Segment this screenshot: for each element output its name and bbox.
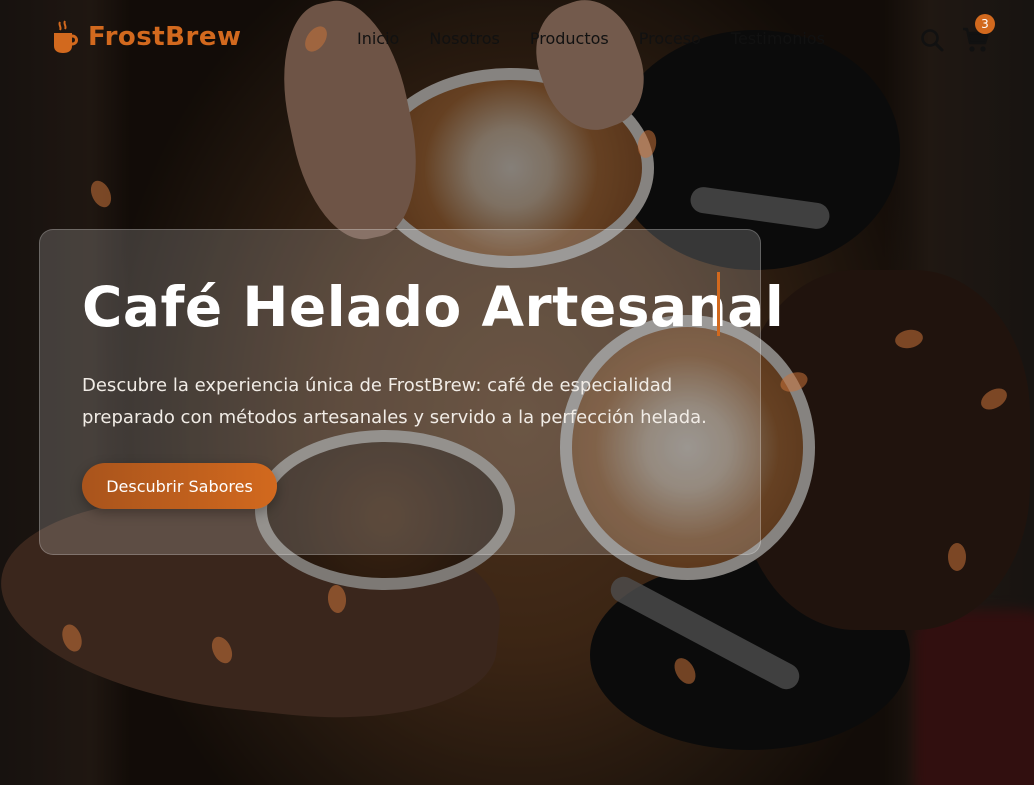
discover-flavors-button[interactable]: Descubrir Sabores [82, 463, 277, 509]
search-icon[interactable] [920, 28, 944, 52]
cart-count-badge: 3 [975, 14, 995, 34]
coffee-bean-decoration [948, 543, 966, 571]
nav-link-testimonios[interactable]: Testimonios [731, 29, 825, 48]
hero-title: Café Helado Artesanal [82, 275, 785, 339]
hero-description: Descubre la experiencia única de FrostBr… [82, 375, 707, 428]
nav-link-inicio[interactable]: Inicio [357, 29, 399, 48]
coffee-cup-icon [52, 20, 78, 54]
site-header: FrostBrew Inicio Nosotros Productos Proc… [0, 0, 1034, 80]
main-navigation: Inicio Nosotros Productos Proceso Testim… [357, 29, 825, 48]
typing-cursor [717, 272, 720, 336]
nav-link-productos[interactable]: Productos [530, 29, 609, 48]
brand-name: FrostBrew [88, 22, 242, 52]
brand-logo[interactable]: FrostBrew [52, 20, 241, 54]
nav-link-nosotros[interactable]: Nosotros [429, 29, 500, 48]
nav-link-proceso[interactable]: Proceso [639, 29, 701, 48]
hero-card: Café Helado Artesanal Descubre la experi… [39, 229, 784, 555]
